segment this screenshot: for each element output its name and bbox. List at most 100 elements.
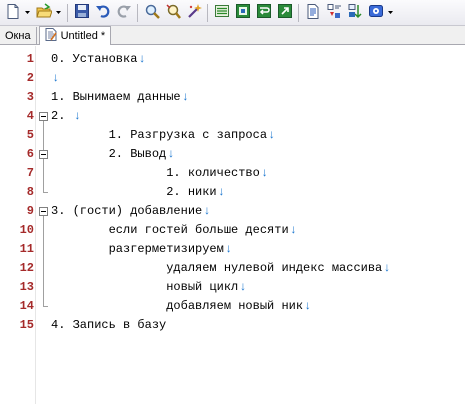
code-line[interactable]: 10 если гостей больше десяти↓ xyxy=(0,221,465,240)
code-line[interactable]: 8 2. ники↓ xyxy=(0,183,465,202)
toolbar-separator xyxy=(67,3,68,22)
text-editor[interactable]: 1 0. Установка↓ 2 ↓ 3 1. Вынимаем данные↓ 4 2. … xyxy=(0,46,465,404)
line-text: новый цикл xyxy=(51,280,239,294)
tab-untitled[interactable]: Untitled * xyxy=(38,26,112,45)
line-number: 6 xyxy=(26,147,34,161)
line-text: если гостей больше десяти xyxy=(51,223,289,237)
fold-collapse-icon[interactable] xyxy=(39,207,48,216)
screen-button[interactable] xyxy=(233,3,252,22)
code-line[interactable]: 13 новый цикл↓ xyxy=(0,278,465,297)
end-of-line-marker-icon: ↓ xyxy=(224,242,233,256)
line-number: 9 xyxy=(26,204,34,218)
line-number: 11 xyxy=(19,242,34,256)
document-icon xyxy=(45,28,57,44)
toolbar xyxy=(0,0,465,26)
export-button[interactable] xyxy=(275,3,294,22)
end-of-line-marker-icon: ↓ xyxy=(52,71,60,85)
settings-icon xyxy=(368,3,384,22)
code-text: ↓ xyxy=(51,69,59,88)
redo-icon xyxy=(116,3,132,22)
line-number: 14 xyxy=(19,299,34,313)
save-icon xyxy=(74,3,90,22)
code-line[interactable]: 11 разгерметизируем↓ xyxy=(0,240,465,259)
code-line[interactable]: 3 1. Вынимаем данные↓ xyxy=(0,88,465,107)
code-text: 3. (гости) добавление↓ xyxy=(51,202,210,221)
find-replace-icon xyxy=(165,3,181,22)
list-icon xyxy=(214,3,230,22)
sort-icon xyxy=(347,3,363,22)
toolbar-separator xyxy=(298,3,299,22)
magic-wand-button[interactable] xyxy=(184,3,203,22)
line-number: 15 xyxy=(19,318,34,332)
toolbar-separator xyxy=(207,3,208,22)
fold-end-marker xyxy=(43,306,48,307)
code-text: добавляем новый ник↓ xyxy=(51,297,311,316)
magic-wand-icon xyxy=(186,3,202,22)
screen-icon xyxy=(235,3,251,22)
code-text: 4. Запись в базу xyxy=(51,316,166,335)
document-icon xyxy=(305,3,321,22)
new-file-icon xyxy=(5,3,21,22)
end-of-line-marker-icon: ↓ xyxy=(260,166,269,180)
code-line[interactable]: 9 3. (гости) добавление↓ xyxy=(0,202,465,221)
line-text: 3. (гости) добавление xyxy=(51,204,203,218)
list-button[interactable] xyxy=(212,3,231,22)
line-number: 8 xyxy=(26,185,34,199)
export-icon xyxy=(277,3,293,22)
word-wrap-icon xyxy=(256,3,272,22)
code-line[interactable]: 15 4. Запись в базу xyxy=(0,316,465,335)
line-number: 12 xyxy=(19,261,34,275)
code-line[interactable]: 12 удаляем нулевой индекс массива↓ xyxy=(0,259,465,278)
end-of-line-marker-icon: ↓ xyxy=(383,261,391,275)
line-text: 0. Установка xyxy=(51,52,138,66)
code-text: удаляем нулевой индекс массива↓ xyxy=(51,259,390,278)
code-text: если гостей больше десяти↓ xyxy=(51,221,297,240)
line-text: 1. количество xyxy=(51,166,260,180)
end-of-line-marker-icon: ↓ xyxy=(268,128,276,142)
end-of-line-marker-icon: ↓ xyxy=(289,223,297,237)
find-replace-button[interactable] xyxy=(163,3,182,22)
line-text: разгерметизируем xyxy=(51,242,224,256)
chevron-down-icon[interactable] xyxy=(54,3,62,22)
fold-collapse-icon[interactable] xyxy=(39,112,48,121)
undo-icon xyxy=(95,3,111,22)
chevron-down-icon[interactable] xyxy=(386,3,394,22)
redo-button[interactable] xyxy=(114,3,133,22)
new-file-button[interactable] xyxy=(3,3,22,22)
code-text: 1. Вынимаем данные↓ xyxy=(51,88,189,107)
filter-icon xyxy=(326,3,342,22)
fold-collapse-icon[interactable] xyxy=(39,150,48,159)
word-wrap-button[interactable] xyxy=(254,3,273,22)
line-text: 4. Запись в базу xyxy=(51,318,167,332)
line-number: 1 xyxy=(26,52,34,66)
code-line[interactable]: 5 1. Разгрузка с запроса↓ xyxy=(0,126,465,145)
code-line[interactable]: 2 ↓ xyxy=(0,69,465,88)
tab-windows[interactable]: Окна xyxy=(0,27,37,44)
code-line[interactable]: 1 0. Установка↓ xyxy=(0,50,465,69)
find-icon xyxy=(144,3,160,22)
line-text: 2. xyxy=(51,109,73,123)
open-folder-button[interactable] xyxy=(34,3,53,22)
sort-button[interactable] xyxy=(345,3,364,22)
line-text: 2. ники xyxy=(51,185,217,199)
document-button[interactable] xyxy=(303,3,322,22)
line-text: добавляем новый ник xyxy=(51,299,304,313)
filter-button[interactable] xyxy=(324,3,343,22)
code-line[interactable]: 7 1. количество↓ xyxy=(0,164,465,183)
undo-button[interactable] xyxy=(93,3,112,22)
end-of-line-marker-icon: ↓ xyxy=(203,204,211,218)
code-text: 0. Установка↓ xyxy=(51,50,146,69)
code-line[interactable]: 14 добавляем новый ник↓ xyxy=(0,297,465,316)
line-text: удаляем нулевой индекс массива xyxy=(51,261,383,275)
line-number: 7 xyxy=(26,166,34,180)
end-of-line-marker-icon: ↓ xyxy=(217,185,225,199)
settings-button[interactable] xyxy=(366,3,385,22)
code-line[interactable]: 6 2. Вывод↓ xyxy=(0,145,465,164)
line-text: 1. Разгрузка с запроса xyxy=(51,128,268,142)
chevron-down-icon[interactable] xyxy=(23,3,31,22)
code-line[interactable]: 4 2. ↓ xyxy=(0,107,465,126)
save-button[interactable] xyxy=(72,3,91,22)
find-button[interactable] xyxy=(142,3,161,22)
line-number: 3 xyxy=(26,90,34,104)
open-folder-icon xyxy=(35,3,53,22)
